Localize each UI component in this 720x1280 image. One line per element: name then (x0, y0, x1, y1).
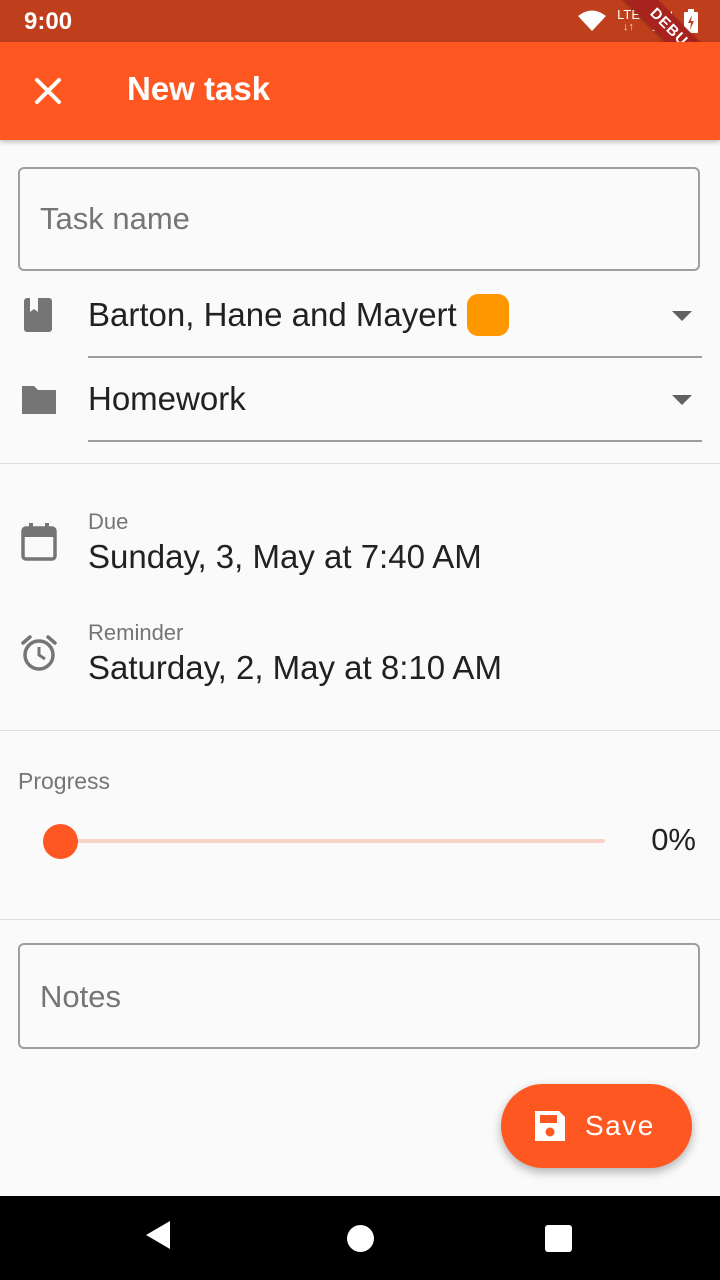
app-bar: New task (0, 42, 720, 140)
task-name-input[interactable]: Task name (18, 167, 700, 271)
category-value: Homework (88, 380, 246, 417)
progress-label: Progress (18, 768, 111, 794)
due-date-picker[interactable]: Due Sunday, 3, May at 7:40 AM (0, 505, 720, 595)
due-label: Due (88, 509, 129, 534)
save-label: Save (585, 1110, 655, 1141)
course-value: Barton, Hane and Mayert (88, 296, 457, 333)
course-color-swatch (467, 294, 509, 336)
divider (0, 919, 720, 920)
recents-icon[interactable] (545, 1225, 572, 1252)
alarm-icon (21, 635, 57, 671)
calendar-icon (21, 523, 57, 561)
wifi-icon (578, 10, 607, 31)
category-underline (88, 440, 702, 442)
close-button[interactable] (26, 69, 70, 113)
page-title: New task (127, 70, 271, 107)
chevron-down-icon (672, 311, 692, 321)
task-name-placeholder: Task name (40, 201, 190, 236)
home-icon[interactable] (347, 1225, 374, 1252)
system-nav-bar (0, 1196, 720, 1280)
folder-icon (22, 386, 56, 414)
course-dropdown[interactable]: Barton, Hane and Mayert (0, 274, 720, 358)
notes-input[interactable]: Notes (18, 943, 700, 1049)
due-value: Sunday, 3, May at 7:40 AM (88, 538, 482, 575)
data-arrows-icon: ↓↑ (623, 21, 635, 33)
progress-slider-thumb[interactable] (42, 824, 78, 859)
close-icon (35, 78, 61, 104)
reminder-picker[interactable]: Reminder Saturday, 2, May at 8:10 AM (0, 616, 720, 706)
notes-placeholder: Notes (40, 979, 121, 1014)
divider (0, 730, 720, 731)
progress-value: 0% (651, 822, 696, 857)
divider (0, 463, 720, 464)
save-icon (535, 1111, 565, 1141)
save-button[interactable]: Save (501, 1084, 692, 1168)
back-icon[interactable] (146, 1221, 170, 1249)
status-time: 9:00 (24, 8, 73, 35)
reminder-label: Reminder (88, 620, 184, 645)
progress-slider-track[interactable] (60, 839, 605, 843)
reminder-value: Saturday, 2, May at 8:10 AM (88, 649, 502, 686)
chevron-down-icon (672, 395, 692, 405)
status-bar: 9:00 LTE ↓↑ DEBUG (0, 0, 720, 101)
category-dropdown[interactable]: Homework (0, 358, 720, 442)
book-icon (24, 298, 52, 332)
